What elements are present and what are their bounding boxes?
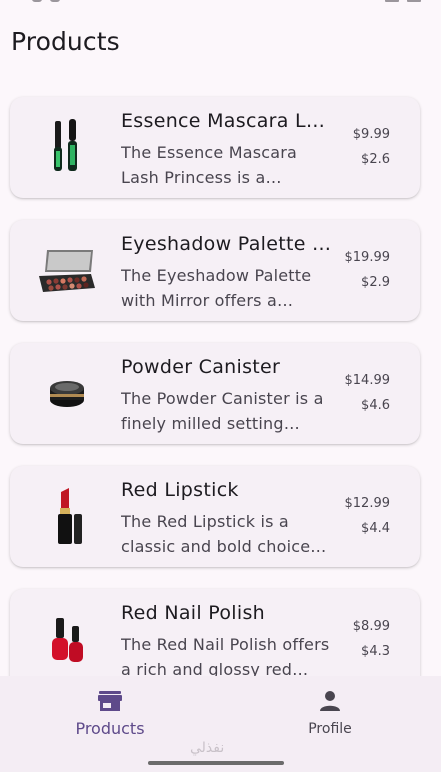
nail-polish-icon (34, 607, 100, 673)
home-indicator[interactable] (148, 761, 284, 765)
watermark: نفذلي (190, 740, 225, 756)
nav-products-label: Products (75, 719, 145, 738)
product-description: The Essence Mascara Lash Princess is a p… (121, 143, 298, 187)
product-description: The Red Lipstick is a classic and bold c… (121, 512, 311, 556)
product-name: Eyeshadow Palette with Mirror (121, 233, 335, 255)
product-price: $19.99 (344, 250, 391, 265)
product-price: $8.99 (352, 619, 390, 634)
mascara-icon (34, 115, 100, 181)
product-card[interactable]: Red Lipstick The Red Lipstick is a class… (10, 466, 420, 567)
product-description: The Red Nail Polish offers a rich and gl… (121, 635, 330, 679)
eyeshadow-palette-icon (34, 238, 100, 304)
product-name: Red Lipstick (121, 479, 239, 501)
product-card[interactable]: Eyeshadow Palette with Mirror The Eyesha… (10, 220, 420, 321)
status-bar (0, 0, 441, 10)
nav-products-tab[interactable]: Products (0, 676, 220, 772)
product-discount: $2.6 (361, 152, 390, 167)
store-icon (97, 690, 123, 716)
nav-profile-tab[interactable]: Profile (220, 676, 440, 772)
product-discount: $4.6 (361, 398, 390, 413)
product-discount: $4.4 (361, 521, 390, 536)
product-description: The Powder Canister is a finely milled s… (121, 389, 324, 433)
product-description: The Eyeshadow Palette with Mirror offers… (121, 266, 312, 310)
product-price: $12.99 (344, 496, 391, 511)
lipstick-icon (34, 484, 100, 550)
product-discount: $4.3 (361, 644, 390, 659)
product-name: Powder Canister (121, 356, 281, 378)
product-card[interactable]: Essence Mascara Lash Princess The Essenc… (10, 97, 420, 198)
product-price: $9.99 (352, 127, 390, 142)
nav-profile-label: Profile (308, 721, 352, 737)
page-title: Products (11, 27, 120, 56)
product-card[interactable]: Powder Canister The Powder Canister is a… (10, 343, 420, 444)
powder-canister-icon (34, 361, 100, 427)
product-name: Essence Mascara Lash Princess (121, 110, 335, 132)
bottom-navigation: Products Profile (0, 676, 441, 772)
product-price: $14.99 (344, 373, 391, 388)
product-name: Red Nail Polish (121, 602, 265, 624)
product-discount: $2.9 (361, 275, 390, 290)
person-icon (319, 690, 341, 716)
product-card[interactable]: Red Nail Polish The Red Nail Polish offe… (10, 589, 420, 690)
